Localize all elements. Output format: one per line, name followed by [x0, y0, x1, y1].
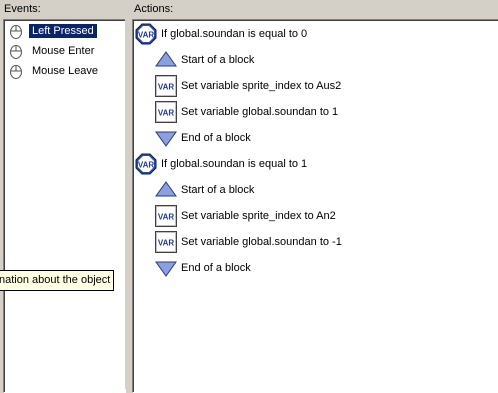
event-label: Mouse Enter	[32, 45, 95, 57]
svg-text:VAR: VAR	[158, 239, 175, 248]
action-text: End of a block	[181, 132, 251, 144]
action-text: Set variable sprite_index to Aus2	[181, 80, 342, 92]
action-text: If global.soundan is equal to 0	[161, 28, 308, 40]
panel-splitter[interactable]	[125, 19, 131, 389]
end-block-icon	[155, 257, 177, 279]
event-item-left-pressed[interactable]: Left Pressed	[7, 22, 125, 40]
action-start-block[interactable]: Start of a block	[135, 178, 485, 202]
action-end-block[interactable]: End of a block	[135, 256, 485, 280]
action-set-variable[interactable]: VAR Set variable global.soundan to 1	[135, 100, 485, 124]
events-label: Events:	[4, 3, 41, 15]
var-set-icon: VAR	[155, 101, 177, 123]
action-text: End of a block	[181, 262, 251, 274]
event-label: Left Pressed	[29, 24, 97, 38]
action-text: Set variable global.soundan to -1	[181, 236, 342, 248]
mouse-icon	[9, 64, 23, 79]
start-block-icon	[155, 49, 177, 71]
actions-label: Actions:	[134, 3, 174, 15]
svg-text:VAR: VAR	[158, 83, 175, 92]
event-label: Mouse Leave	[32, 65, 99, 77]
mouse-icon	[9, 24, 23, 39]
var-test-icon: VAR	[135, 153, 157, 175]
tooltip: nation about the object	[0, 270, 114, 291]
events-list[interactable]: Left Pressed Mouse Enter Mouse Leave	[3, 19, 126, 393]
var-set-icon: VAR	[155, 231, 177, 253]
action-text: Set variable sprite_index to An2	[181, 210, 336, 222]
action-text: If global.soundan is equal to 1	[161, 158, 308, 170]
start-block-icon	[155, 179, 177, 201]
action-start-block[interactable]: Start of a block	[135, 48, 485, 72]
action-if-equal[interactable]: VAR If global.soundan is equal to 1	[135, 152, 485, 176]
action-end-block[interactable]: End of a block	[135, 126, 485, 150]
action-if-equal[interactable]: VAR If global.soundan is equal to 0	[135, 22, 485, 46]
svg-text:VAR: VAR	[138, 161, 155, 170]
action-set-variable[interactable]: VAR Set variable sprite_index to Aus2	[135, 74, 485, 98]
var-test-icon: VAR	[135, 23, 157, 45]
action-text: Start of a block	[181, 184, 255, 196]
action-text: Start of a block	[181, 54, 255, 66]
action-set-variable[interactable]: VAR Set variable sprite_index to An2	[135, 204, 485, 228]
actions-list[interactable]: VAR If global.soundan is equal to 0 Star…	[132, 19, 498, 393]
action-text: Set variable global.soundan to 1	[181, 106, 339, 118]
mouse-icon	[9, 44, 23, 59]
svg-text:VAR: VAR	[138, 31, 155, 40]
event-item-mouse-enter[interactable]: Mouse Enter	[7, 42, 125, 60]
svg-text:VAR: VAR	[158, 213, 175, 222]
var-set-icon: VAR	[155, 205, 177, 227]
var-set-icon: VAR	[155, 75, 177, 97]
end-block-icon	[155, 127, 177, 149]
event-item-mouse-leave[interactable]: Mouse Leave	[7, 62, 125, 80]
svg-text:VAR: VAR	[158, 109, 175, 118]
action-set-variable[interactable]: VAR Set variable global.soundan to -1	[135, 230, 485, 254]
